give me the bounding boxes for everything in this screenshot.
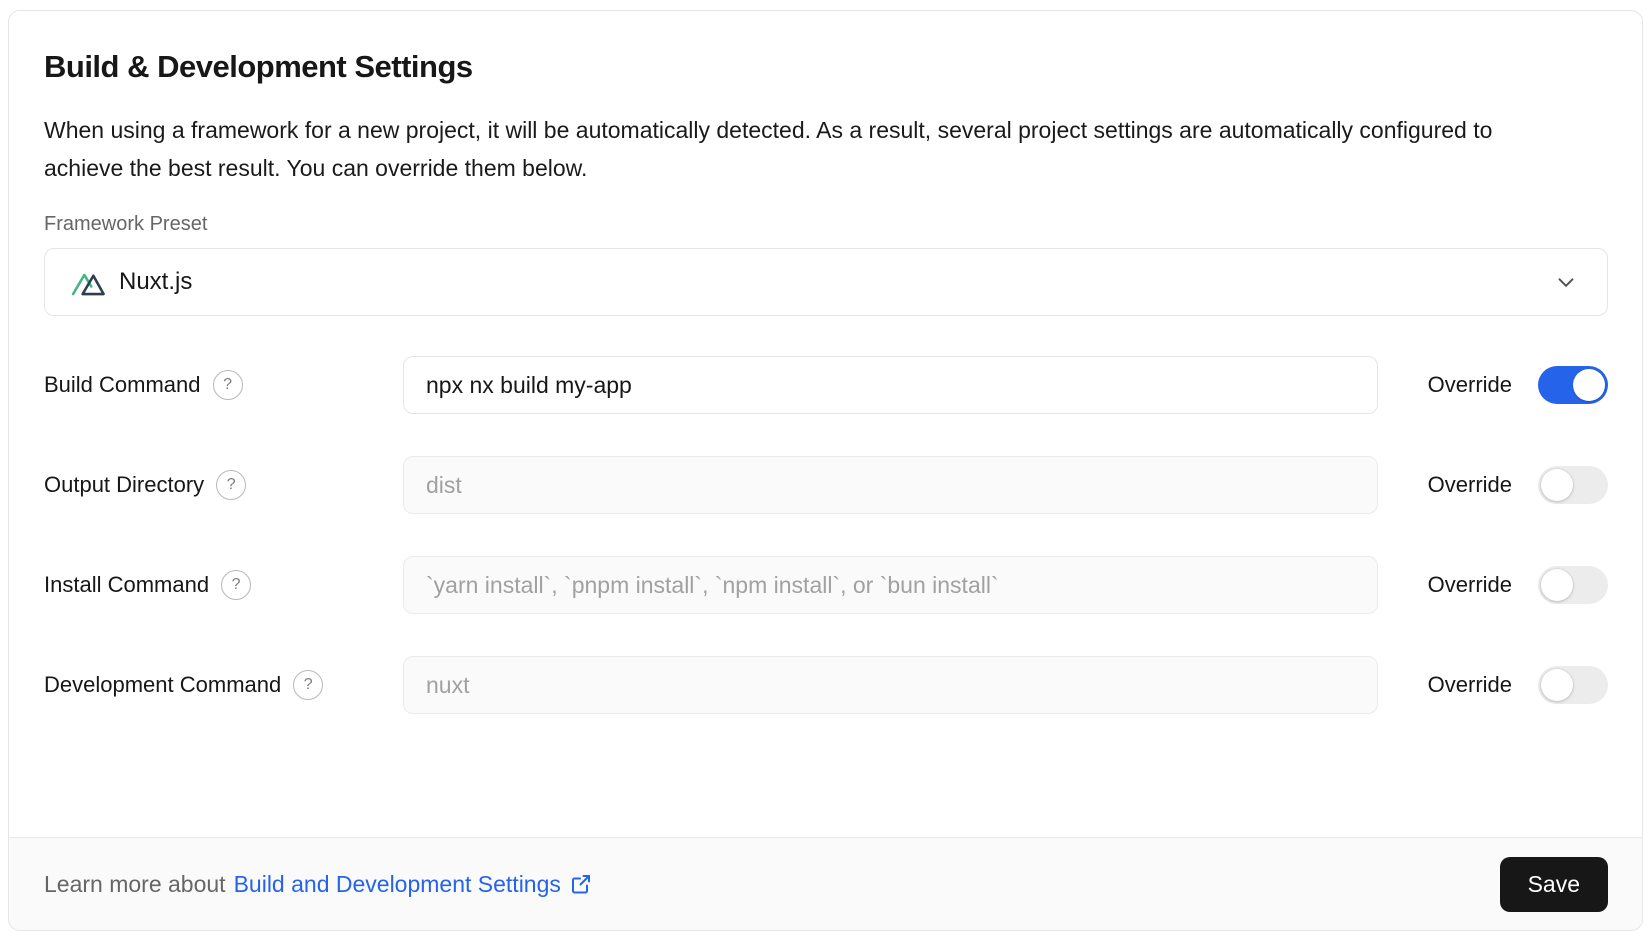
chevron-down-icon [1553,269,1579,295]
build-command-label-group: Build Command ? [44,370,403,400]
toggle-knob [1541,469,1573,501]
external-link-icon[interactable] [569,872,593,896]
install-command-label-group: Install Command ? [44,570,403,600]
row-label-text: Development Command [44,672,281,698]
output-directory-label-group: Output Directory ? [44,470,403,500]
install-command-row: Install Command ? Override [44,556,1608,614]
row-label-text: Build Command [44,372,201,398]
override-label: Override [1428,672,1512,698]
row-label-text: Install Command [44,572,209,598]
build-command-input[interactable] [403,356,1378,414]
toggle-knob [1541,669,1573,701]
help-circle-icon[interactable]: ? [213,370,243,400]
development-command-row: Development Command ? Override [44,656,1608,714]
output-directory-input [403,456,1378,514]
learn-more-prefix: Learn more about [44,871,226,898]
install-command-input [403,556,1378,614]
install-command-override-cell: Override [1378,566,1608,604]
help-circle-icon[interactable]: ? [293,670,323,700]
development-command-override-toggle[interactable] [1538,666,1608,704]
override-label: Override [1428,572,1512,598]
framework-preset-select[interactable]: Nuxt.js [44,248,1608,316]
settings-rows: Build Command ? Override Output Director… [44,356,1608,714]
output-directory-override-cell: Override [1378,466,1608,504]
output-directory-row: Output Directory ? Override [44,456,1608,514]
override-label: Override [1428,372,1512,398]
build-command-override-cell: Override [1378,366,1608,404]
build-command-override-toggle[interactable] [1538,366,1608,404]
settings-description: When using a framework for a new project… [44,111,1514,187]
save-button[interactable]: Save [1500,857,1608,912]
build-command-row: Build Command ? Override [44,356,1608,414]
build-dev-settings-card: Build & Development Settings When using … [8,10,1643,931]
development-command-label-group: Development Command ? [44,670,403,700]
build-dev-settings-link[interactable]: Build and Development Settings [234,871,561,898]
install-command-override-toggle[interactable] [1538,566,1608,604]
nuxt-logo-icon [71,265,105,299]
development-command-input [403,656,1378,714]
settings-footer: Learn more about Build and Development S… [9,837,1642,930]
settings-body: Build & Development Settings When using … [9,11,1642,837]
toggle-knob [1573,369,1605,401]
framework-selected-value: Nuxt.js [119,268,192,296]
development-command-override-cell: Override [1378,666,1608,704]
framework-preset-label: Framework Preset [44,213,1608,236]
row-label-text: Output Directory [44,472,204,498]
override-label: Override [1428,472,1512,498]
output-directory-override-toggle[interactable] [1538,466,1608,504]
learn-more-text: Learn more about Build and Development S… [44,871,593,898]
toggle-knob [1541,569,1573,601]
help-circle-icon[interactable]: ? [221,570,251,600]
page-title: Build & Development Settings [44,49,1608,85]
help-circle-icon[interactable]: ? [216,470,246,500]
